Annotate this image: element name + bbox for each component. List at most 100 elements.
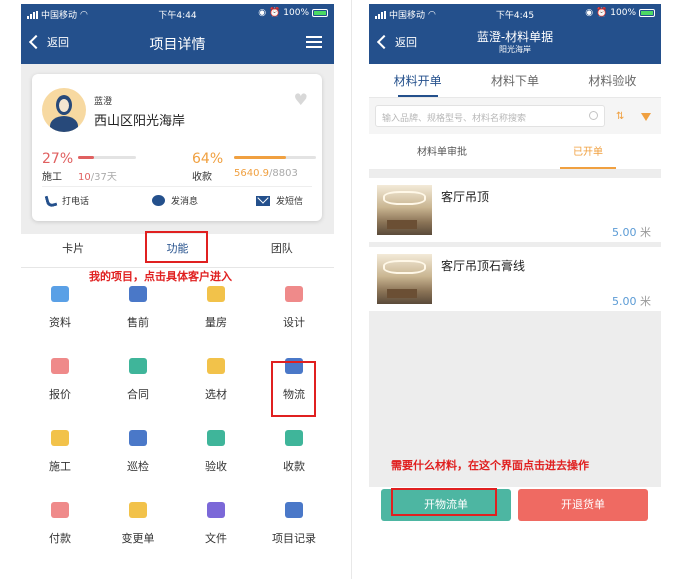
payment-percent: 64% (192, 151, 224, 167)
grid-item-folder[interactable]: 文件 (177, 502, 255, 546)
payment-bar-fill (234, 156, 287, 159)
grid-item-label: 合同 (127, 388, 149, 401)
grid-item-change-order[interactable]: 变更单 (99, 502, 177, 546)
search-placeholder: 输入品牌、规格型号、材料名称搜索 (382, 114, 527, 124)
search-bar: 输入品牌、规格型号、材料名称搜索 ⇅ (369, 98, 661, 134)
list-item[interactable]: 客厅吊顶 5.00 米 (369, 178, 661, 242)
alarm-icon: ⏰ (269, 8, 281, 18)
lock-icon: ◉ (258, 8, 267, 18)
item-title: 客厅吊顶 (441, 190, 490, 204)
client-name: 蓝澄 (94, 97, 113, 107)
envelope-icon (256, 195, 270, 206)
list-item[interactable]: 客厅吊顶石膏线 5.00 米 (369, 247, 661, 311)
change-order-icon (129, 502, 147, 518)
subtab-approval[interactable]: 材料单审批 (369, 136, 515, 169)
call-button[interactable]: 打电话 (44, 193, 90, 208)
item-quantity: 5.00 米 (612, 295, 651, 308)
grid-item-label: 巡检 (127, 460, 149, 473)
grid-item-label: 付款 (49, 532, 71, 545)
payment-label: 收款 (192, 172, 212, 183)
battery-icon (639, 9, 655, 17)
grid-item-label: 售前 (127, 316, 149, 329)
client-address: 西山区阳光海岸 (94, 114, 186, 129)
menu-icon[interactable] (306, 36, 322, 48)
client-card[interactable]: 蓝澄 西山区阳光海岸 ♥ 27% 施工 10/37天 64% 收款 5640.9… (32, 74, 322, 221)
tab-card[interactable]: 卡片 (21, 234, 125, 267)
clipboard-icon (129, 430, 147, 446)
sms-label: 发短信 (276, 197, 304, 207)
page-subtitle: 阳光海岸 (499, 45, 531, 54)
avatar (42, 88, 86, 132)
payment-icon (51, 502, 69, 518)
id-card-icon (51, 286, 69, 302)
construction-done: 10 (78, 172, 91, 183)
sort-icon[interactable]: ⇅ (616, 111, 624, 122)
grid-item-label: 资料 (49, 316, 71, 329)
tab-material-billing[interactable]: 材料开单 (369, 64, 466, 97)
grid-item-label: 收款 (283, 460, 305, 473)
message-label: 发消息 (171, 197, 199, 207)
subtab-billed[interactable]: 已开单 (515, 136, 661, 169)
ruler-icon (207, 286, 225, 302)
construction-bar-fill (78, 156, 94, 159)
item-title: 客厅吊顶石膏线 (441, 259, 526, 273)
tag-icon (129, 286, 147, 302)
grid-item-label: 项目记录 (272, 532, 316, 545)
grid-item-check-doc[interactable]: 验收 (177, 430, 255, 474)
create-return-order-button[interactable]: 开退货单 (518, 489, 648, 521)
grid-item-payment[interactable]: 付款 (21, 502, 99, 546)
tab-material-order[interactable]: 材料下单 (466, 64, 563, 97)
payment-progress: 64% 收款 5640.9/8803 (192, 148, 316, 183)
approval-subtabs: 材料单审批 已开单 (369, 136, 661, 170)
active-subtab-indicator (560, 167, 616, 169)
call-label: 打电话 (62, 197, 90, 207)
grid-item-id-card[interactable]: 资料 (21, 286, 99, 330)
active-tab-indicator (397, 95, 438, 97)
phone-icon (44, 193, 58, 208)
cart-icon (207, 358, 225, 374)
grid-item-label: 量房 (205, 316, 227, 329)
heart-icon[interactable]: ♥ (294, 90, 308, 109)
item-thumbnail (377, 185, 432, 235)
battery-label: 100% (283, 8, 309, 18)
grid-item-design[interactable]: 设计 (255, 286, 333, 330)
material-list: 客厅吊顶 5.00 米 客厅吊顶石膏线 5.00 米 (369, 170, 661, 487)
grid-item-wallet[interactable]: 收款 (255, 430, 333, 474)
payment-total: /8803 (269, 168, 298, 179)
page-title: 蓝澄-材料单据 (476, 30, 554, 44)
construction-total: /37天 (90, 172, 117, 183)
grid-item-clock[interactable]: 项目记录 (255, 502, 333, 546)
contract-icon (129, 358, 147, 374)
grid-item-label: 选材 (205, 388, 227, 401)
tab-material-acceptance[interactable]: 材料验收 (564, 64, 661, 97)
filter-icon[interactable] (641, 113, 651, 121)
lock-icon: ◉ (585, 8, 594, 18)
panel-divider (351, 0, 352, 579)
folder-icon (207, 502, 225, 518)
construction-label: 施工 (42, 172, 62, 183)
grid-item-paint-roller[interactable]: 施工 (21, 430, 99, 474)
annotation-text: 我的项目，点击具体客户进入 (89, 270, 232, 283)
project-detail-screen: 中国移动 ◠ 下午4:44 ◉ ⏰ 100% 返回 项目详情 蓝澄 西山区阳光海… (21, 4, 334, 571)
material-documents-screen: 中国移动 ◠ 下午4:45 ◉ ⏰ 100% 返回 蓝澄-材料单据 阳光海岸 材… (369, 4, 661, 571)
grid-item-cart[interactable]: 选材 (177, 358, 255, 402)
message-button[interactable]: 发消息 (152, 194, 198, 207)
grid-item-quote[interactable]: 报价 (21, 358, 99, 402)
sms-button[interactable]: 发短信 (256, 194, 303, 207)
material-tabs: 材料开单 材料下单 材料验收 (369, 64, 661, 98)
search-input[interactable]: 输入品牌、规格型号、材料名称搜索 (375, 105, 605, 127)
grid-item-label: 报价 (49, 388, 71, 401)
design-icon (285, 286, 303, 302)
page-title: 项目详情 (149, 37, 206, 53)
grid-item-clipboard[interactable]: 巡检 (99, 430, 177, 474)
search-icon (589, 111, 598, 120)
grid-item-ruler[interactable]: 量房 (177, 286, 255, 330)
battery-icon (312, 9, 328, 17)
grid-item-tag[interactable]: 售前 (99, 286, 177, 330)
tab-team[interactable]: 团队 (230, 234, 334, 267)
grid-item-label: 验收 (205, 460, 227, 473)
item-thumbnail (377, 254, 432, 304)
highlight-box-logistics (271, 361, 316, 417)
wallet-icon (285, 430, 303, 446)
grid-item-contract[interactable]: 合同 (99, 358, 177, 402)
